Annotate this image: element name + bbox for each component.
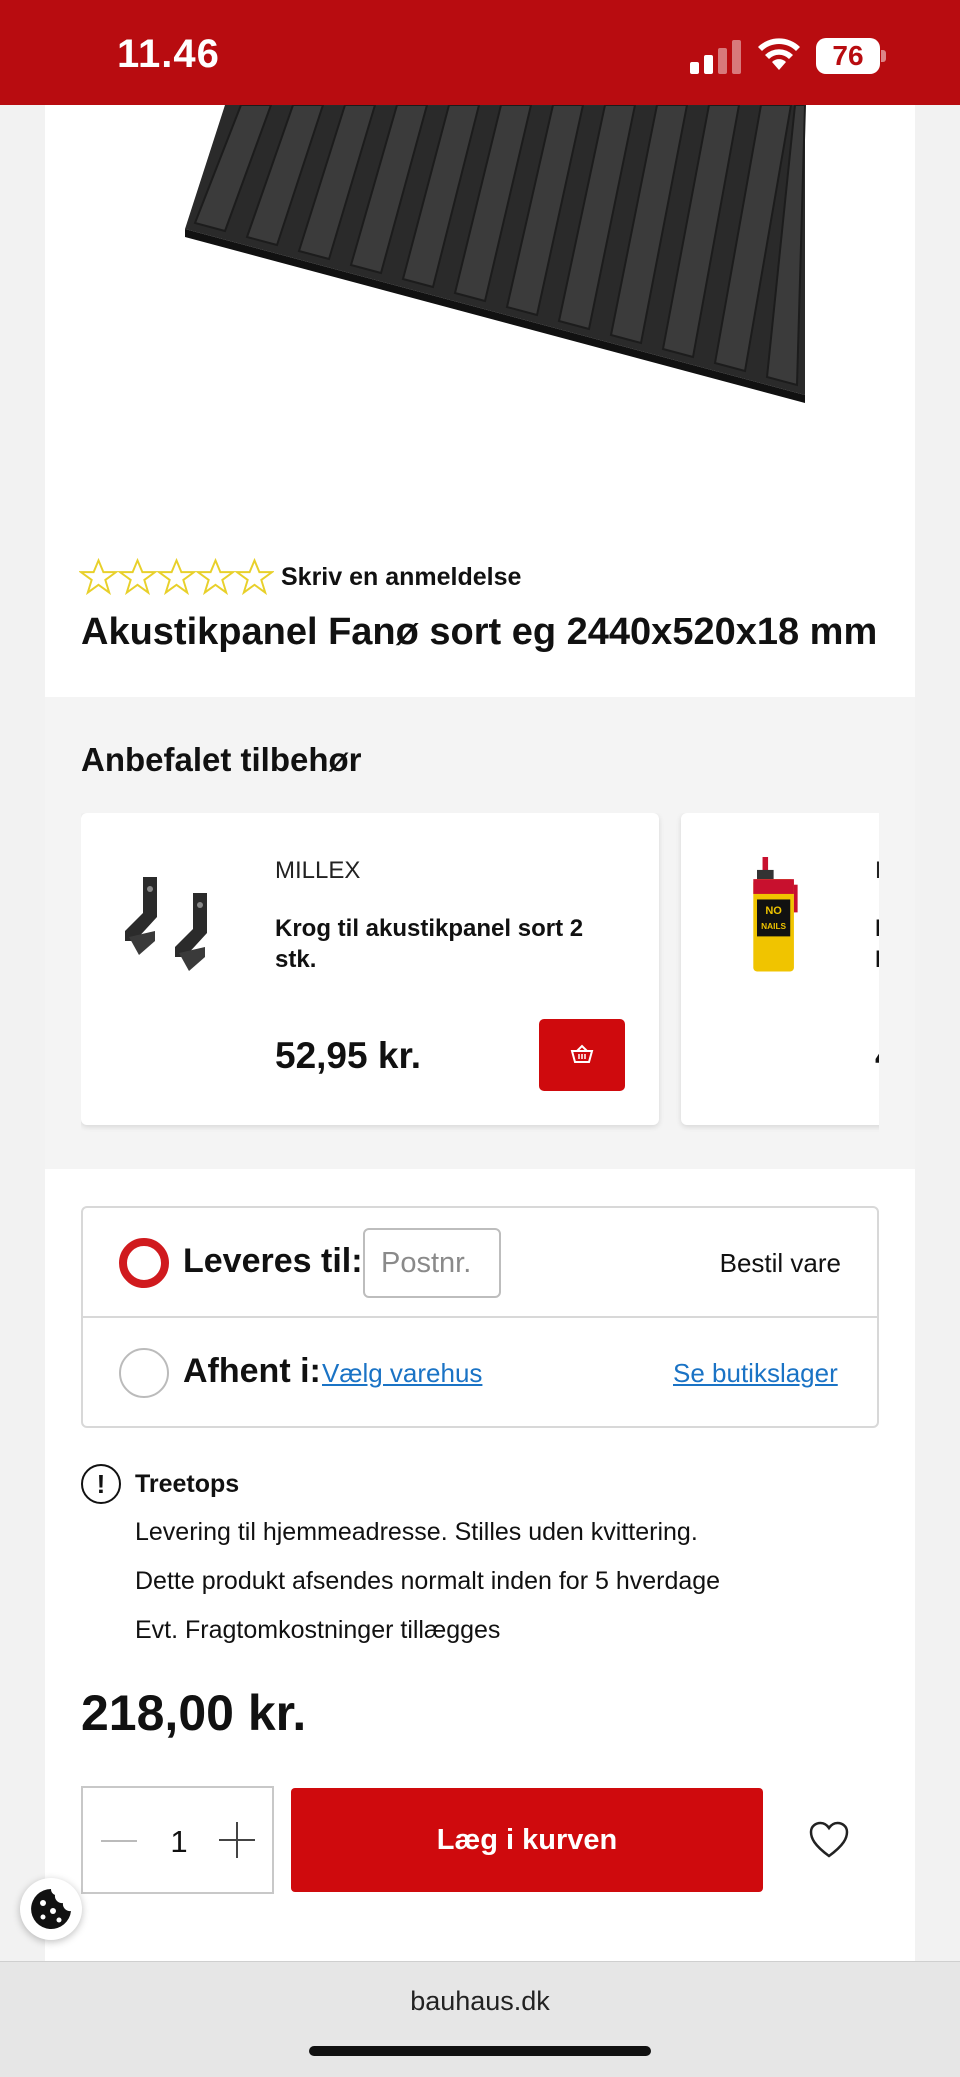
star-outline-icon: [196, 557, 235, 596]
adhesive-tube-icon: NO NAILS: [753, 857, 798, 972]
basket-icon: [570, 1044, 594, 1063]
deliver-radio[interactable]: [119, 1238, 169, 1288]
add-to-cart-button[interactable]: Læg i kurven: [291, 1788, 763, 1892]
recommended-accessories: Anbefalet tilbehør MILLEX Krog til akust…: [45, 697, 915, 1169]
hook-icon: [125, 877, 207, 971]
star-outline-icon: [79, 557, 118, 596]
delivery-option-pickup[interactable]: Afhent i: Vælg varehus Se butikslager: [83, 1318, 877, 1428]
status-bar: 11.46 76: [0, 0, 960, 105]
accessories-carousel[interactable]: MILLEX Krog til akustikpanel sort 2 stk.…: [81, 813, 879, 1137]
status-time: 11.46: [117, 32, 220, 76]
cookie-icon: [31, 1889, 72, 1929]
increase-quantity-button[interactable]: [219, 1822, 255, 1858]
order-status-text: Bestil vare: [719, 1248, 841, 1278]
star-outline-icon: [157, 557, 196, 596]
product-image[interactable]: [185, 105, 845, 405]
browser-address-bar[interactable]: bauhaus.dk: [0, 1961, 960, 2077]
accessories-title: Anbefalet tilbehør: [81, 741, 362, 778]
deliver-label: Leveres til:: [183, 1242, 363, 1280]
product-title: Akustikpanel Fanø sort eg 2440x520x18 mm: [81, 611, 878, 653]
accessory-name[interactable]: Krog til akustikpanel sort 2 stk.: [275, 913, 605, 975]
accessory-card[interactable]: MILLEX Krog til akustikpanel sort 2 stk.…: [81, 813, 659, 1125]
cookie-settings-button[interactable]: [20, 1878, 82, 1940]
product-card: Skriv en anmeldelse Akustikpanel Fanø so…: [45, 105, 915, 697]
battery-icon: 76: [816, 38, 886, 74]
choose-store-link[interactable]: Vælg varehus: [322, 1358, 482, 1389]
cellular-signal-icon: [690, 40, 741, 74]
star-outline-icon: [118, 557, 157, 596]
home-indicator: [309, 2046, 651, 2056]
accessory-brand: P: [875, 857, 879, 885]
decrease-quantity-button[interactable]: [101, 1840, 137, 1842]
accessory-price: 4: [875, 1035, 879, 1077]
quantity-stepper[interactable]: 1: [81, 1786, 274, 1894]
info-line: Evt. Fragtomkostninger tillægges: [135, 1616, 501, 1644]
exclamation-circle-icon: !: [81, 1464, 121, 1504]
info-line: Dette produkt afsendes normalt inden for…: [135, 1567, 721, 1595]
browser-url[interactable]: bauhaus.dk: [0, 1986, 960, 2017]
accessory-brand: MILLEX: [275, 857, 361, 884]
info-line: Levering til hjemmeadresse. Stilles uden…: [135, 1518, 698, 1546]
star-outline-icon: [235, 557, 274, 596]
accessory-price: 52,95 kr.: [275, 1035, 422, 1076]
wifi-icon: [758, 38, 800, 70]
svg-text:NO: NO: [765, 905, 782, 917]
product-price: 218,00 kr.: [81, 1685, 307, 1741]
accessory-card[interactable]: NO NAILS P N N 4: [681, 813, 879, 1125]
postcode-input[interactable]: [363, 1228, 501, 1298]
store-stock-link[interactable]: Se butikslager: [673, 1358, 838, 1389]
delivery-option-home[interactable]: Leveres til: Bestil vare: [83, 1208, 877, 1318]
delivery-options: Leveres til: Bestil vare Afhent i: Vælg …: [81, 1206, 879, 1428]
accessory-name[interactable]: N N: [875, 913, 879, 975]
quantity-value[interactable]: 1: [167, 1824, 191, 1860]
svg-text:NAILS: NAILS: [761, 921, 786, 931]
pickup-radio[interactable]: [119, 1348, 169, 1398]
heart-icon[interactable]: [808, 1820, 850, 1860]
pickup-label: Afhent i:: [183, 1352, 321, 1390]
add-accessory-to-cart-button[interactable]: [539, 1019, 625, 1091]
info-title: Treetops: [135, 1470, 240, 1498]
battery-level: 76: [816, 38, 880, 74]
rating-stars[interactable]: [79, 557, 274, 597]
write-review-link[interactable]: Skriv en anmeldelse: [281, 563, 521, 592]
